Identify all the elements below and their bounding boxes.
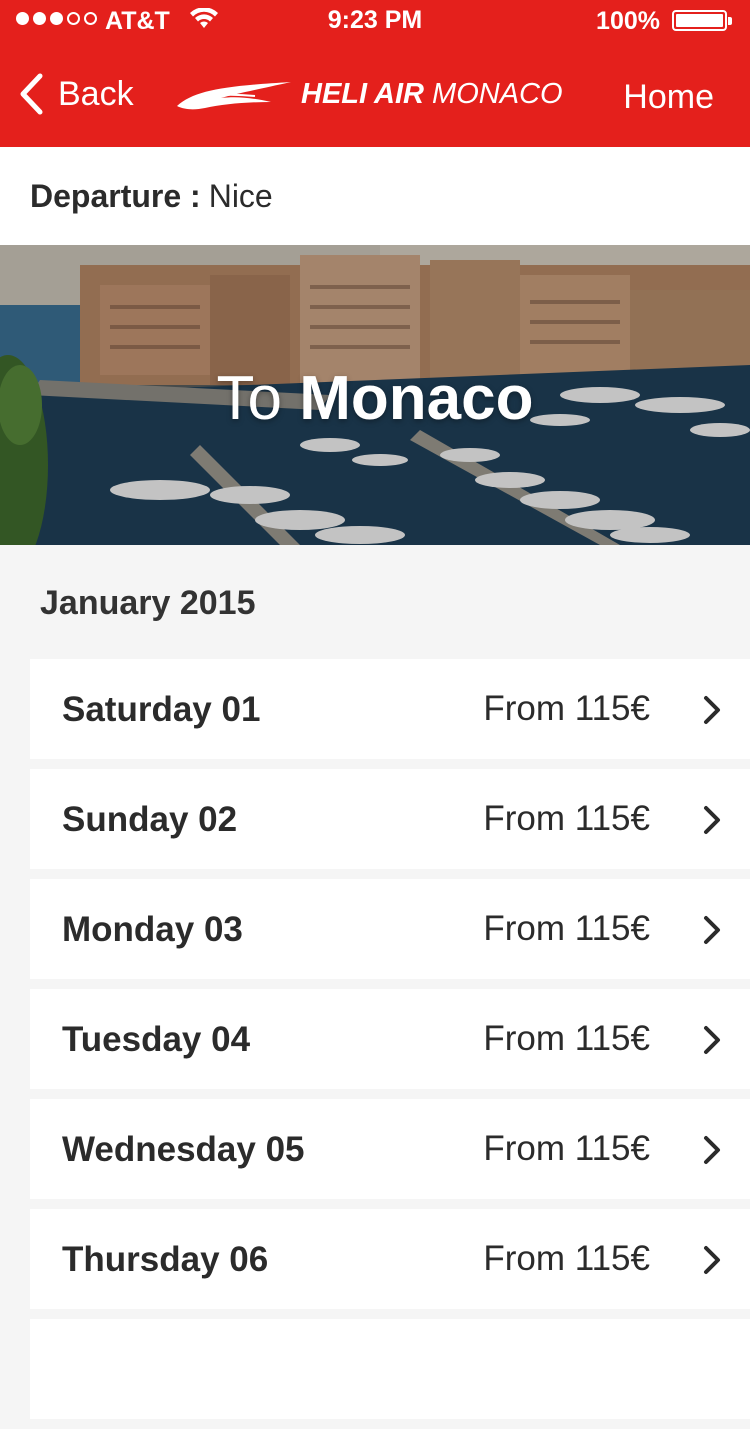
chevron-right-icon (704, 696, 720, 724)
price-label: From 115€ (483, 909, 650, 948)
destination-hero-image: To Monaco (0, 245, 750, 545)
chevron-right-icon (704, 806, 720, 834)
navigation-bar: Back HELI AIR MONACO Home (0, 50, 750, 147)
date-label: Monday 03 (62, 910, 243, 949)
chevron-left-icon (20, 73, 43, 115)
price-label: From 115€ (483, 799, 650, 838)
logo-text-light: MONACO (432, 77, 563, 110)
status-bar: AT&T 9:23 PM 100% (0, 0, 750, 40)
chevron-right-icon (704, 1136, 720, 1164)
list-item[interactable]: Sunday 02 From 115€ (30, 769, 750, 869)
price-label: From 115€ (483, 1129, 650, 1168)
list-item[interactable]: Thursday 06 From 115€ (30, 1209, 750, 1309)
heli-air-monaco-logo: HELI AIR MONACO (175, 76, 563, 112)
top-bar: AT&T 9:23 PM 100% Back HELI AIR MONACO H… (0, 0, 750, 147)
chevron-right-icon (704, 1026, 720, 1054)
battery-percentage: 100% (596, 7, 660, 35)
date-label: Saturday 01 (62, 690, 261, 729)
departure-value: Nice (208, 177, 273, 214)
date-label: Sunday 02 (62, 800, 238, 839)
departure-bar[interactable]: Departure : Nice (0, 147, 750, 245)
month-heading: January 2015 (40, 584, 256, 622)
list-item[interactable]: Tuesday 04 From 115€ (30, 989, 750, 1089)
battery-icon (672, 10, 732, 31)
date-label: Thursday 06 (62, 1240, 269, 1279)
price-label: From 115€ (483, 1239, 650, 1278)
logo-text-bold: HELI AIR (301, 77, 424, 110)
hero-title-prefix: To (216, 364, 282, 433)
date-label: Wednesday 05 (62, 1130, 305, 1169)
helicopter-swoosh-icon (177, 82, 291, 110)
back-label: Back (58, 74, 134, 113)
date-label: Tuesday 04 (62, 1020, 251, 1059)
price-label: From 115€ (483, 689, 650, 728)
chevron-right-icon (704, 1246, 720, 1274)
home-button[interactable]: Home (623, 78, 714, 117)
departure-label: Departure : (30, 177, 201, 214)
back-button[interactable]: Back (18, 72, 134, 116)
list-item[interactable]: Wednesday 05 From 115€ (30, 1099, 750, 1199)
list-item[interactable]: Monday 03 From 115€ (30, 879, 750, 979)
list-item-partial[interactable] (30, 1319, 750, 1419)
hero-title-destination: Monaco (299, 364, 534, 433)
hero-title: To Monaco (0, 363, 750, 434)
chevron-right-icon (704, 916, 720, 944)
date-list: Saturday 01 From 115€ Sunday 02 From 115… (30, 659, 750, 1429)
list-item[interactable]: Saturday 01 From 115€ (30, 659, 750, 759)
price-label: From 115€ (483, 1019, 650, 1058)
